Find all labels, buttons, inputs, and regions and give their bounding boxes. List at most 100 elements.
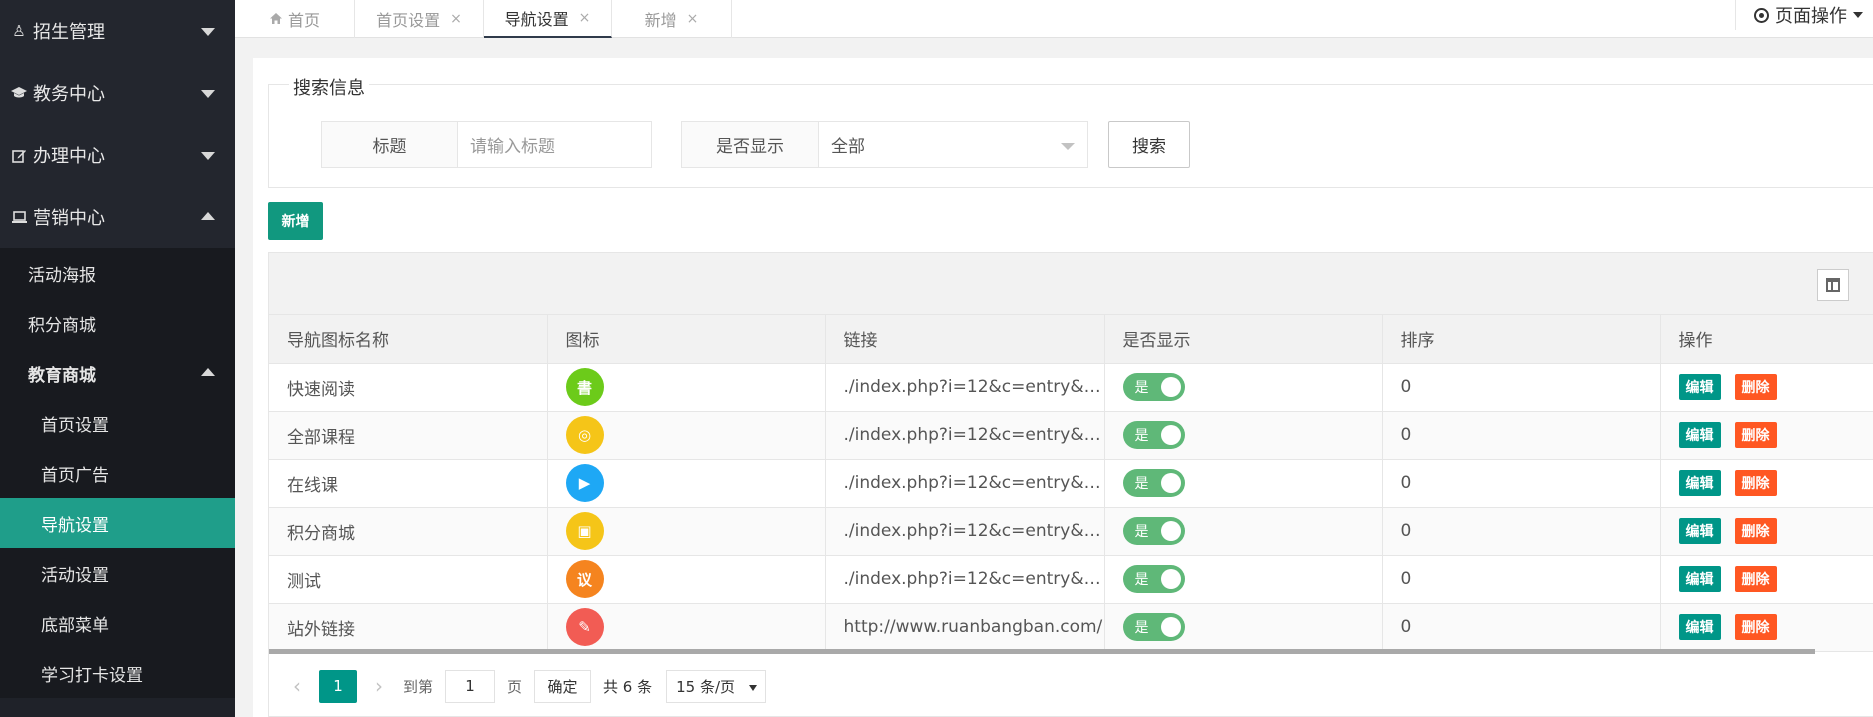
table-header-row: 导航图标名称 图标 链接 是否显示 排序 操作 <box>269 315 1873 364</box>
nav-name-cell: 在线课 <box>269 459 548 508</box>
search-legend: 搜索信息 <box>289 74 369 100</box>
nav-icon-cell: 書 <box>547 363 826 412</box>
chevron-up-icon <box>201 368 215 376</box>
link-cell: ./index.php?i=12&c=entry&do=index&m=edu <box>825 363 1105 412</box>
sidebar-item-home-ads[interactable]: 首页广告 <box>0 448 235 498</box>
show-toggle[interactable]: 是 <box>1122 421 1185 449</box>
prev-page-icon[interactable]: ‹ <box>287 674 307 698</box>
edit-button[interactable]: 编辑 <box>1678 422 1721 448</box>
link-cell: ./index.php?i=12&c=entry&c=test&m=edu <box>825 555 1105 604</box>
nav-icon-cell: ◎ <box>547 411 826 460</box>
tab-home[interactable]: 首页 <box>235 0 355 38</box>
nav-table: 导航图标名称 图标 链接 是否显示 排序 操作 快速阅读書 ./index.php… <box>268 252 1873 717</box>
show-filter-value: 全部 <box>831 137 865 157</box>
actions-cell: 编辑 删除 <box>1660 411 1873 460</box>
home-icon <box>269 10 283 29</box>
sidebar-group-academic[interactable]: 教务中心 <box>0 62 235 124</box>
show-cell: 是 <box>1104 603 1383 652</box>
current-page[interactable]: 1 <box>319 669 357 703</box>
delete-button[interactable]: 删除 <box>1734 470 1777 496</box>
edit-button[interactable]: 编辑 <box>1678 614 1721 640</box>
delete-button[interactable]: 删除 <box>1734 422 1777 448</box>
sidebar-group-processing[interactable]: 办理中心 <box>0 124 235 186</box>
sort-cell: 0 <box>1382 603 1661 652</box>
show-toggle[interactable]: 是 <box>1122 565 1185 593</box>
main-panel: 搜索信息 标题 请输入标题 是否显示 全部 搜索 新增 导航图标名称 图标 链接 <box>253 58 1873 717</box>
nav-name-cell: 快速阅读 <box>269 363 548 412</box>
column-header: 图标 <box>547 315 826 364</box>
chevron-down-icon <box>201 90 215 98</box>
sidebar-item-label: 导航设置 <box>41 515 109 536</box>
show-cell: 是 <box>1104 363 1383 412</box>
show-filter-select[interactable]: 全部 <box>819 121 1088 168</box>
sidebar-item-bottom-menu[interactable]: 底部菜单 <box>0 598 235 648</box>
chevron-up-icon <box>201 212 215 220</box>
sidebar-item-activity-poster[interactable]: 活动海报 <box>0 248 235 298</box>
laptop-icon <box>10 210 28 224</box>
sidebar-item-edu-mall[interactable]: 教育商城 <box>0 348 235 398</box>
delete-button[interactable]: 删除 <box>1734 518 1777 544</box>
link-cell: ./index.php?i=12&c=entry&do=mall&m=edu <box>825 507 1105 556</box>
sidebar-item-nav-settings[interactable]: 导航设置 <box>0 498 235 548</box>
chevron-down-icon <box>749 684 758 691</box>
edit-button[interactable]: 编辑 <box>1678 470 1721 496</box>
tab-home-settings[interactable]: 首页设置 × <box>355 0 484 38</box>
show-toggle[interactable]: 是 <box>1122 373 1185 401</box>
title-search-input[interactable]: 请输入标题 <box>458 121 652 168</box>
search-button[interactable]: 搜索 <box>1108 121 1190 168</box>
sidebar-group-label: 办理中心 <box>33 146 105 167</box>
sidebar-item-activity-settings[interactable]: 活动设置 <box>0 548 235 598</box>
show-toggle[interactable]: 是 <box>1122 613 1185 641</box>
toggle-knob <box>1160 521 1181 541</box>
toggle-label: 是 <box>1134 572 1149 588</box>
sort-cell: 0 <box>1382 363 1661 412</box>
sort-cell: 0 <box>1382 411 1661 460</box>
delete-button[interactable]: 删除 <box>1734 374 1777 400</box>
close-icon[interactable]: × <box>579 10 591 26</box>
graduation-cap-icon <box>10 86 28 100</box>
close-icon[interactable]: × <box>450 11 462 27</box>
sort-cell: 0 <box>1382 507 1661 556</box>
table-row: 快速阅读書 ./index.php?i=12&c=entry&do=index&m… <box>269 363 1873 412</box>
delete-button[interactable]: 删除 <box>1734 614 1777 640</box>
table-row: 测试议 ./index.php?i=12&c=entry&c=test&m=edu… <box>269 555 1873 604</box>
show-toggle[interactable]: 是 <box>1122 517 1185 545</box>
sidebar-item-label: 学习打卡设置 <box>41 665 143 686</box>
sidebar-item-checkin-settings[interactable]: 学习打卡设置 <box>0 648 235 698</box>
table-toolbar <box>269 253 1873 315</box>
column-header: 是否显示 <box>1104 315 1383 364</box>
sidebar-item-points-mall[interactable]: 积分商城 <box>0 298 235 348</box>
show-cell: 是 <box>1104 411 1383 460</box>
goto-confirm-button[interactable]: 确定 <box>534 669 592 703</box>
actions-cell: 编辑 删除 <box>1660 555 1873 604</box>
toggle-label: 是 <box>1134 524 1149 540</box>
sidebar-item-label: 活动设置 <box>41 565 109 586</box>
edit-button[interactable]: 编辑 <box>1678 374 1721 400</box>
page-operations-menu[interactable]: 页面操作 <box>1735 0 1873 30</box>
page-size-select[interactable]: 15 条/页 <box>666 669 767 703</box>
tab-new[interactable]: 新增 × <box>612 0 732 38</box>
toggle-label: 是 <box>1134 476 1149 492</box>
data-table: 导航图标名称 图标 链接 是否显示 排序 操作 快速阅读書 ./index.php… <box>269 315 1873 652</box>
toggle-label: 是 <box>1134 620 1149 636</box>
toggle-knob <box>1160 473 1181 493</box>
sidebar-group-enrollment[interactable]: ♙ 招生管理 <box>0 0 235 62</box>
delete-button[interactable]: 删除 <box>1734 566 1777 592</box>
table-row: 在线课 ▶ ./index.php?i=12&c=entry&do=online&m… <box>269 459 1873 508</box>
sidebar-item-label: 活动海报 <box>28 265 96 286</box>
next-page-icon[interactable]: › <box>369 674 389 698</box>
close-icon[interactable]: × <box>687 11 699 27</box>
nav-icon: ◎ <box>565 416 604 454</box>
show-toggle[interactable]: 是 <box>1122 469 1185 497</box>
sidebar-item-home-settings[interactable]: 首页设置 <box>0 398 235 448</box>
page-number-input[interactable]: 1 <box>445 669 496 703</box>
edit-button[interactable]: 编辑 <box>1678 518 1721 544</box>
table-row: 站外链接 ✎ http://www.ruanbangban.com/是 0 编辑 删除 <box>269 603 1873 652</box>
tab-bar: 首页 首页设置 × 导航设置 × 新增 × 页面操作 <box>235 0 1873 38</box>
tab-nav-settings[interactable]: 导航设置 × <box>484 0 612 38</box>
column-filter-button[interactable] <box>1817 269 1849 301</box>
sidebar-group-marketing[interactable]: 营销中心 <box>0 186 235 248</box>
add-button[interactable]: 新增 <box>268 202 323 240</box>
tab-label: 首页 <box>287 11 320 30</box>
edit-button[interactable]: 编辑 <box>1678 566 1721 592</box>
